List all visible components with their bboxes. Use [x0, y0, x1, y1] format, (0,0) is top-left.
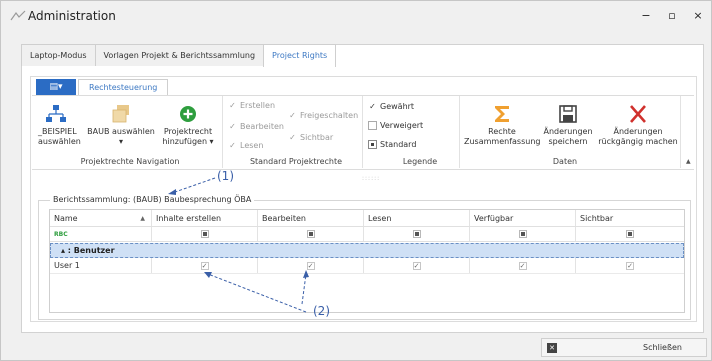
schliessen-label: Schließen [643, 343, 682, 352]
schliessen-button[interactable]: ✕ Schließen [541, 338, 707, 357]
annotation-arrows [168, 177, 309, 313]
annotation-2: (2) [313, 304, 330, 318]
close-icon: ✕ [547, 342, 557, 353]
annotation-1: (1) [217, 169, 234, 183]
